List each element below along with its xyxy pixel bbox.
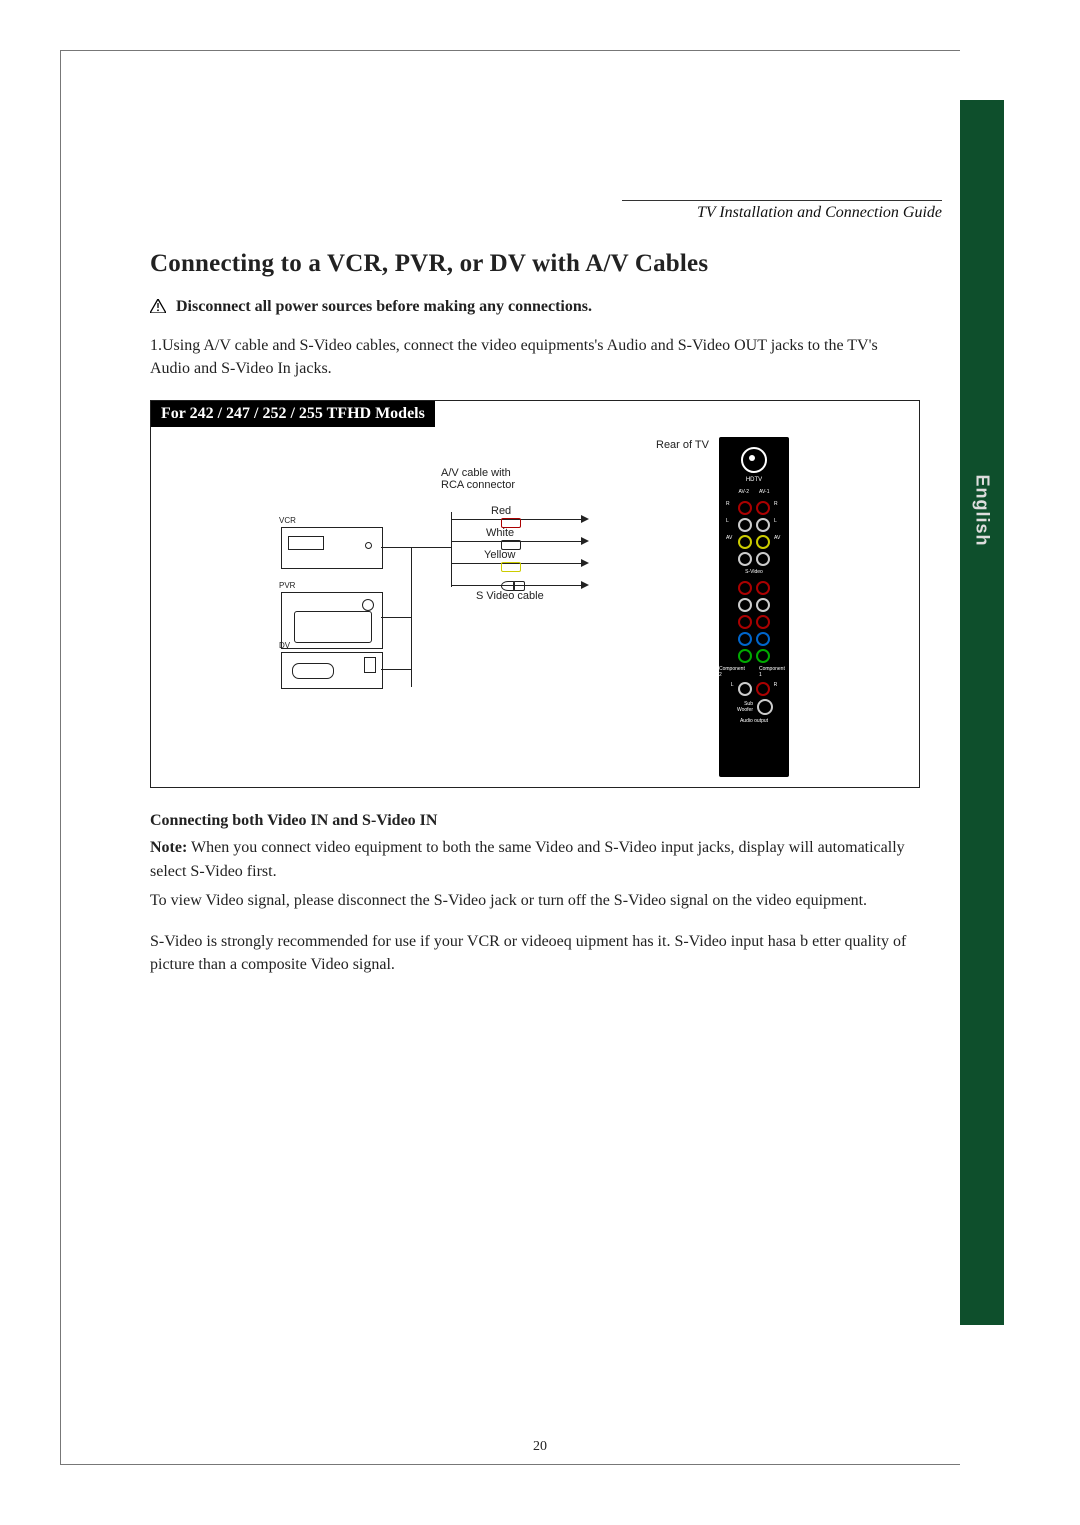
language-tab: English bbox=[960, 100, 1004, 1325]
diagram-body: Rear of TV A/V cable with RCA connector … bbox=[151, 427, 919, 787]
rca-connector-icon bbox=[501, 515, 527, 525]
audio-output-label: Audio output bbox=[719, 718, 789, 724]
comp2-label: Component 2 bbox=[719, 666, 749, 678]
rear-of-tv-label: Rear of TV bbox=[656, 439, 709, 451]
connection-diagram: For 242 / 247 / 252 / 255 TFHD Models Re… bbox=[150, 400, 920, 788]
warning-icon bbox=[150, 299, 166, 313]
arrow-icon bbox=[581, 559, 589, 567]
vcr-device-icon: VCR bbox=[281, 527, 383, 569]
rca-connector-icon bbox=[501, 537, 527, 547]
note-paragraph: Note: When you connect video equipment t… bbox=[150, 836, 920, 882]
diagram-title: For 242 / 247 / 252 / 255 TFHD Models bbox=[151, 401, 435, 427]
av-port-grid: RR LL AVAV S-Video bbox=[719, 501, 789, 575]
language-label: English bbox=[972, 474, 993, 546]
svideo-connector-icon bbox=[501, 578, 527, 588]
av-cable-label-2: RCA connector bbox=[441, 479, 515, 491]
bus-line bbox=[411, 547, 412, 687]
col-av2: AV-2 bbox=[739, 489, 749, 495]
hdtv-port-label: HDTV bbox=[719, 477, 789, 483]
arrow-icon bbox=[581, 515, 589, 523]
warning-text: Disconnect all power sources before maki… bbox=[176, 298, 592, 315]
arrow-icon bbox=[581, 537, 589, 545]
comp1-label: Component 1 bbox=[759, 666, 789, 678]
vcr-label: VCR bbox=[279, 516, 296, 525]
tv-rear-panel: HDTV AV-2 AV-1 RR LL AVAV S-Video bbox=[719, 437, 789, 777]
svideo-row-label: S-Video bbox=[719, 569, 789, 575]
section-header: TV Installation and Connection Guide bbox=[622, 200, 942, 222]
dv-label: DV bbox=[279, 641, 290, 650]
dv-device-icon: DV bbox=[281, 652, 383, 689]
col-av1: AV-1 bbox=[759, 489, 769, 495]
page-title: Connecting to a VCR, PVR, or DV with A/V… bbox=[150, 250, 920, 278]
pvr-label: PVR bbox=[279, 581, 295, 590]
view-signal-paragraph: To view Video signal, please disconnect … bbox=[150, 889, 920, 912]
pvr-device-icon: PVR bbox=[281, 592, 383, 649]
audio-out-grid: LR Sub Woofer Audio output bbox=[719, 682, 789, 724]
component-port-grid: Component 2 Component 1 bbox=[719, 581, 789, 678]
arrow-icon bbox=[581, 581, 589, 589]
hdtv-port-icon bbox=[741, 447, 767, 473]
subsection-heading: Connecting both Video IN and S-Video IN bbox=[150, 812, 920, 830]
page-content: Connecting to a VCR, PVR, or DV with A/V… bbox=[150, 250, 920, 982]
svideo-reco-paragraph: S-Video is strongly recommended for use … bbox=[150, 930, 920, 976]
manual-page: English TV Installation and Connection G… bbox=[0, 0, 1080, 1525]
warning-row: Disconnect all power sources before maki… bbox=[150, 298, 920, 316]
note-label: Note: bbox=[150, 839, 187, 856]
note-body: When you connect video equipment to both… bbox=[150, 839, 905, 879]
av-cable-label-1: A/V cable with bbox=[441, 467, 511, 479]
step-1: 1.Using A/V cable and S-Video cables, co… bbox=[150, 334, 920, 380]
rca-connector-icon bbox=[501, 559, 527, 569]
page-number: 20 bbox=[0, 1439, 1080, 1455]
svideo-cable-label: S Video cable bbox=[476, 590, 544, 602]
